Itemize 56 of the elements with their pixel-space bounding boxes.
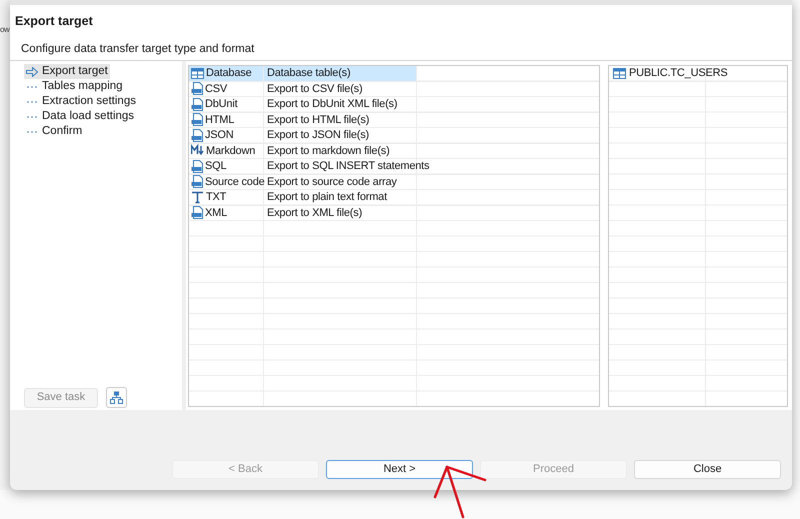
page-title: Export target	[15, 13, 94, 30]
file-icon	[191, 175, 203, 188]
wizard-step[interactable]: Confirm	[24, 124, 84, 139]
file-icon	[191, 128, 203, 142]
format-name: Source code	[205, 174, 265, 189]
format-row[interactable]: HTML Export to HTML file(s)	[189, 112, 599, 128]
hierarchy-icon	[110, 391, 123, 404]
format-row[interactable]: Markdown Export to markdown file(s)	[189, 144, 599, 159]
markdown-icon	[191, 144, 204, 158]
format-row[interactable]: Source code Export to source code array	[189, 174, 599, 190]
format-description: Export to DbUnit XML file(s)	[267, 98, 398, 110]
format-name: Markdown	[206, 144, 256, 158]
wizard-step[interactable]: Extraction settings	[24, 94, 138, 109]
format-description: Export to HTML file(s)	[267, 114, 370, 126]
page-description: Configure data transfer target type and format	[20, 42, 256, 57]
format-row[interactable]: XML Export to XML file(s)	[189, 206, 599, 221]
file-icon	[191, 82, 203, 96]
format-description: Database table(s)	[267, 67, 350, 79]
format-row[interactable]: DbUnit Export to DbUnit XML file(s)	[189, 97, 599, 112]
wizard-step[interactable]: Tables mapping	[24, 79, 125, 94]
format-description: Export to JSON file(s)	[267, 129, 369, 141]
format-name: JSON	[205, 128, 234, 142]
file-icon	[191, 98, 203, 111]
format-description: Export to CSV file(s)	[267, 82, 362, 94]
table-row[interactable]: PUBLIC.TC_USERS	[609, 66, 787, 82]
dialog-button[interactable]: Close	[634, 460, 781, 479]
file-icon	[191, 160, 203, 173]
format-description: Export to XML file(s)	[267, 206, 362, 218]
text-icon	[191, 190, 204, 204]
background-text: ow	[0, 24, 10, 36]
format-row[interactable]: JSON Export to JSON file(s)	[189, 128, 599, 144]
table-icon	[191, 66, 204, 80]
hierarchy-button[interactable]	[106, 387, 127, 408]
format-name: DbUnit	[205, 97, 238, 112]
arrow-icon	[26, 66, 38, 76]
format-description: Export to plain text format	[267, 191, 387, 203]
format-name: XML	[205, 206, 228, 220]
file-icon	[191, 206, 203, 220]
format-name: HTML	[205, 112, 234, 127]
dialog-button[interactable]: Next >	[326, 460, 473, 479]
format-name: TXT	[206, 190, 226, 204]
format-name: SQL	[205, 159, 226, 174]
format-description: Export to source code array	[267, 176, 397, 188]
format-name: Database	[206, 66, 252, 80]
wizard-step[interactable]: Data load settings	[24, 109, 136, 124]
wizard-step[interactable]: Export target	[24, 64, 110, 79]
format-row[interactable]: TXT Export to plain text format	[189, 190, 599, 206]
format-row[interactable]: CSV Export to CSV file(s)	[189, 82, 599, 97]
file-icon	[191, 113, 203, 126]
format-name: CSV	[205, 82, 228, 96]
format-description: Export to markdown file(s)	[267, 144, 390, 156]
table-icon	[613, 66, 626, 80]
format-row[interactable]: Database Database table(s)	[189, 66, 599, 82]
format-row[interactable]: SQL Export to SQL INSERT statements	[189, 159, 599, 174]
table-name: PUBLIC.TC_USERS	[629, 66, 728, 80]
format-description: Export to SQL INSERT statements	[267, 160, 430, 172]
